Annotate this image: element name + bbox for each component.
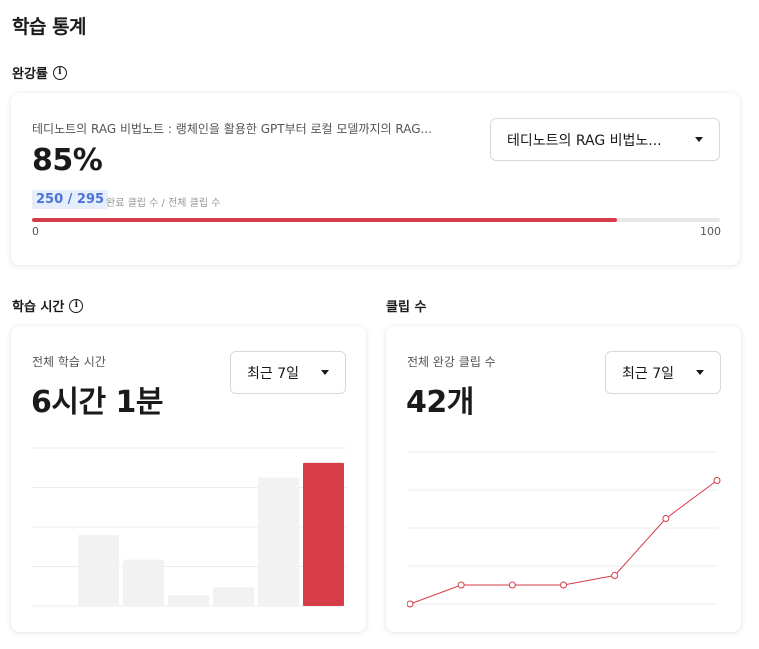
data-point	[713, 477, 721, 484]
study-time-bar-chart	[32, 447, 347, 607]
data-point	[457, 581, 465, 589]
clip-count-caption: 완료 클립 수 / 전체 클립 수	[106, 198, 221, 209]
clips-period-value: 최근 7일	[622, 365, 674, 382]
progress-bar-fill	[32, 218, 617, 222]
info-icon[interactable]: i	[69, 298, 84, 313]
clips-section-label: 클립 수	[386, 296, 426, 315]
chart-bar	[258, 477, 299, 606]
data-point	[560, 581, 567, 589]
chart-bar	[123, 559, 164, 606]
study-time-period-value: 최근 7일	[247, 365, 299, 382]
page-title: 학습 통계	[12, 16, 87, 38]
clips-subtitle: 전체 완강 클립 수	[407, 355, 496, 369]
clips-card: 전체 완강 클립 수 42개 최근 7일	[386, 326, 741, 632]
clips-label-text: 클립 수	[386, 300, 427, 315]
completion-label-text: 완강률	[12, 67, 48, 82]
chart-bar	[168, 595, 209, 606]
data-point	[407, 600, 414, 608]
progress-max-label: 100	[700, 225, 721, 238]
study-time-label-text: 학습 시간	[12, 300, 65, 315]
study-time-subtitle: 전체 학습 시간	[32, 355, 106, 369]
study-time-value: 6시간 1분	[31, 385, 164, 420]
completion-card: 테디노트의 RAG 비법노트 : 랭체인을 활용한 GPT부터 로컬 모델까지의…	[11, 93, 740, 265]
data-point	[508, 581, 516, 589]
clips-period-dropdown[interactable]: 최근 7일	[605, 351, 721, 394]
completion-percent: 85%	[32, 143, 103, 178]
progress-min-label: 0	[32, 225, 39, 238]
chart-bar	[303, 462, 344, 606]
course-select-value: 테디노트의 RAG 비법노...	[507, 132, 662, 149]
study-time-period-dropdown[interactable]: 최근 7일	[230, 351, 346, 394]
caret-down-icon	[695, 137, 703, 142]
caret-down-icon	[321, 370, 329, 375]
info-icon[interactable]: i	[52, 65, 67, 80]
completion-section-label: 완강률 i	[12, 63, 67, 82]
study-time-card: 전체 학습 시간 6시간 1분 최근 7일	[11, 326, 366, 632]
course-select-dropdown[interactable]: 테디노트의 RAG 비법노...	[490, 118, 720, 161]
study-time-section-label: 학습 시간 i	[12, 296, 84, 315]
chart-bar	[213, 587, 254, 606]
data-point	[611, 572, 619, 579]
clips-value: 42개	[406, 385, 474, 420]
chart-bar	[78, 534, 119, 606]
clips-line-chart	[407, 451, 721, 608]
caret-down-icon	[696, 370, 704, 375]
clip-count-badge: 250 / 295	[32, 190, 109, 209]
progress-bar	[32, 218, 720, 222]
data-point	[662, 515, 670, 522]
course-name: 테디노트의 RAG 비법노트 : 랭체인을 활용한 GPT부터 로컬 모델까지의…	[32, 122, 432, 136]
